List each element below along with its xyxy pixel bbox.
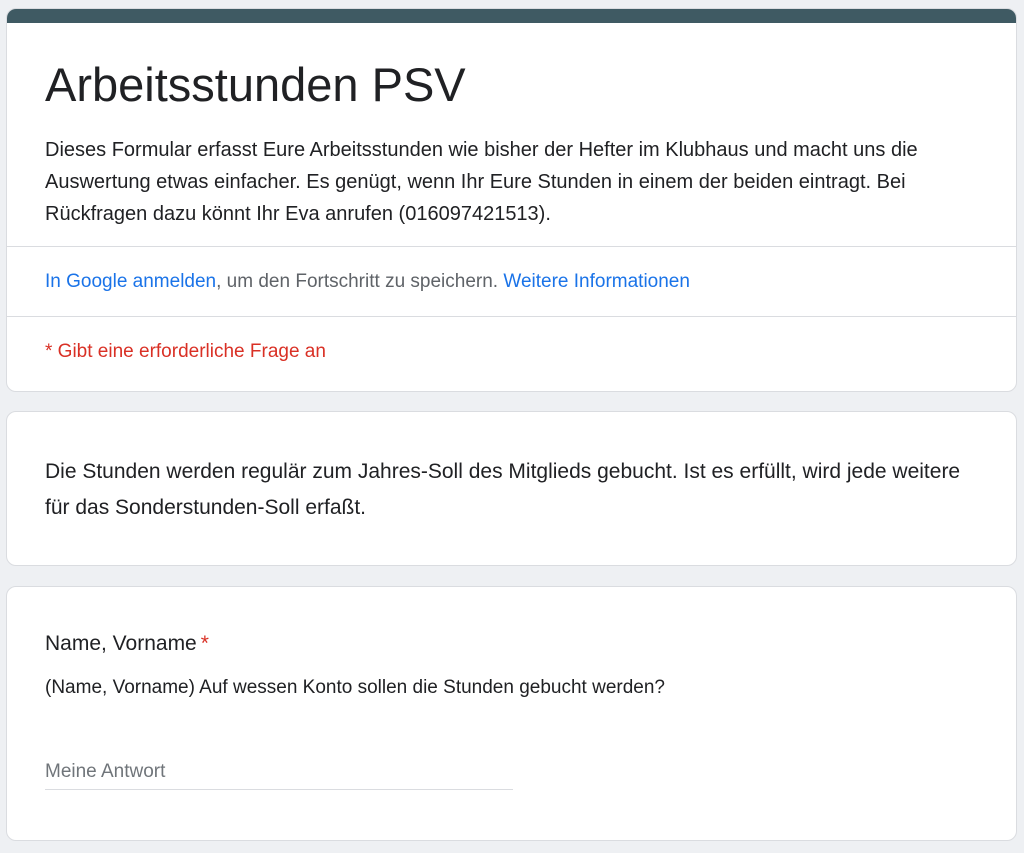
divider (7, 246, 1016, 247)
question-title-label: Name, Vorname (45, 632, 197, 655)
google-signin-link[interactable]: In Google anmelden (45, 271, 216, 292)
required-asterisk: * (200, 632, 209, 655)
question-description: (Name, Vorname) Auf wessen Konto sollen … (45, 677, 665, 698)
more-info-link[interactable]: Weitere Informationen (503, 271, 690, 292)
required-note: * Gibt eine erforderliche Frage an (45, 341, 326, 362)
signin-row: In Google anmelden, um den Fortschritt z… (45, 266, 690, 298)
signin-text: , um den Fortschritt zu speichern. (216, 271, 504, 292)
answer-input[interactable] (45, 754, 513, 790)
question-title: Name, Vorname * (45, 628, 209, 660)
info-section-card: Die Stunden werden regulär zum Jahres-So… (6, 411, 1017, 566)
info-text: Die Stunden werden regulär zum Jahres-So… (45, 460, 961, 519)
divider (7, 316, 1016, 317)
form-description: Dieses Formular erfasst Eure Arbeitsstun… (45, 139, 918, 225)
form-accent-bar (7, 9, 1016, 23)
question-card: Name, Vorname * (Name, Vorname) Auf wesse… (6, 586, 1017, 841)
form-title: Arbeitsstunden PSV (45, 58, 466, 111)
form-header-card: Arbeitsstunden PSV Dieses Formular erfas… (6, 8, 1017, 392)
